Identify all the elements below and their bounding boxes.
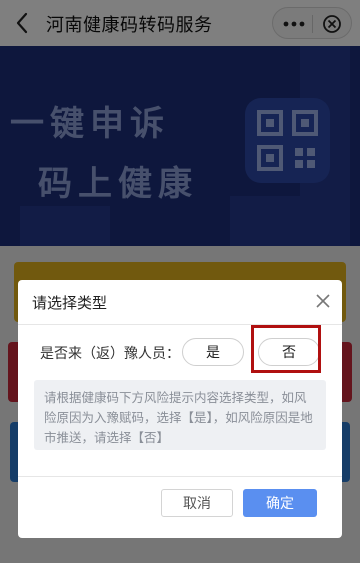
dialog-footer-divider — [18, 476, 342, 477]
close-icon — [316, 294, 330, 308]
confirm-button[interactable]: 确定 — [243, 489, 317, 517]
question-label: 是否来（返）豫人员： — [40, 346, 180, 362]
highlight-box — [251, 325, 321, 373]
dialog-close-button[interactable] — [312, 290, 334, 312]
dialog-title: 请选择类型 — [32, 294, 108, 312]
hint-text: 请根据健康码下方风险提示内容选择类型，如风险原因为入豫赋码，选择【是】，如风险原… — [34, 380, 326, 450]
cancel-button[interactable]: 取消 — [161, 489, 233, 517]
select-type-dialog: 请选择类型 是否来（返）豫人员： 是 否 请根据健康码下方风险提示内容选择类型，… — [18, 280, 342, 538]
option-yes-button[interactable]: 是 — [182, 338, 244, 366]
